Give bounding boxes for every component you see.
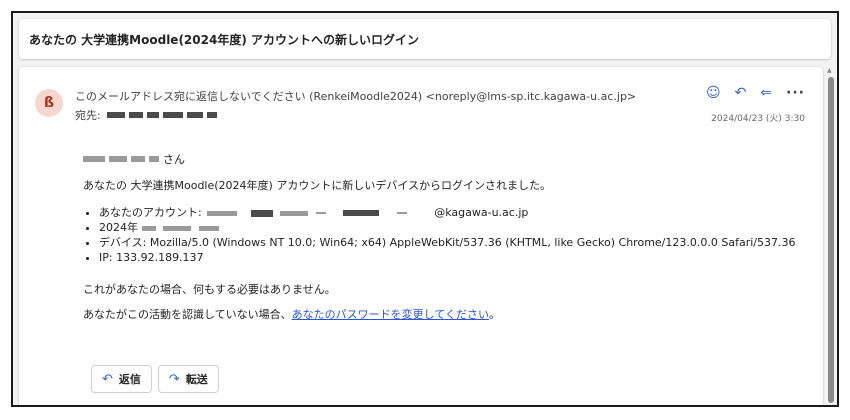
redacted-account xyxy=(396,212,407,214)
warning-prefix: あなたがこの活動を認識していない場合、 xyxy=(83,308,292,321)
smile-icon[interactable]: ☺ xyxy=(706,85,721,101)
greeting-suffix: さん xyxy=(163,153,185,166)
account-item: あなたのアカウント: @kagawa-u.ac.jp xyxy=(99,205,795,220)
forward-label: 転送 xyxy=(185,373,208,386)
scroll-up-icon[interactable]: ▲ xyxy=(827,67,832,75)
reply-button[interactable]: ↶ 返信 xyxy=(91,365,152,393)
notice-text: これがあなたの場合、何もする必要はありません。 xyxy=(83,283,336,296)
reply-icon: ↶ xyxy=(102,371,113,387)
redacted-name xyxy=(162,112,183,118)
redacted-date xyxy=(141,225,156,231)
message-actions: ☺ ↶ ⇐ ··· xyxy=(706,85,805,101)
message-date: 2024/04/23 (火) 3:30 xyxy=(711,114,805,124)
redacted-name xyxy=(83,156,105,162)
login-details: あなたのアカウント: @kagawa-u.ac.jp 2024年 デバイス: M… xyxy=(99,205,795,265)
redacted-date xyxy=(163,225,191,231)
redacted-name xyxy=(106,112,125,118)
redacted-date xyxy=(198,225,219,231)
redacted-name xyxy=(131,156,145,162)
redacted-name xyxy=(128,112,143,118)
account-label: あなたのアカウント: xyxy=(99,206,202,219)
account-domain: @kagawa-u.ac.jp xyxy=(434,206,529,219)
sender-line[interactable]: このメールアドレス宛に返信しないでください (RenkeiMoodle2024)… xyxy=(75,88,636,104)
forward-icon: ↷ xyxy=(168,371,180,387)
scrollbar[interactable]: ▲ xyxy=(827,67,835,405)
date-item: 2024年 xyxy=(99,220,795,235)
ip-item: IP: 133.92.189.137 xyxy=(99,250,795,265)
device-item: デバイス: Mozilla/5.0 (Windows NT 10.0; Win6… xyxy=(99,235,795,250)
redacted-account xyxy=(343,210,380,216)
redacted-name xyxy=(109,156,127,162)
redacted-name xyxy=(186,112,203,118)
greeting: さん xyxy=(83,151,185,167)
warning-suffix: 。 xyxy=(489,308,501,321)
more-icon[interactable]: ··· xyxy=(786,85,805,101)
to-label: 宛先: xyxy=(75,109,101,122)
scroll-thumb[interactable] xyxy=(828,77,834,403)
redacted-name xyxy=(146,112,159,118)
redacted-account xyxy=(207,210,238,216)
message-card: ß このメールアドレス宛に返信しないでください (RenkeiMoodle202… xyxy=(19,67,823,405)
warning-text: あなたがこの活動を認識していない場合、あなたのパスワードを変更してください。 xyxy=(83,306,500,322)
reply-toolbar: ↶ 返信 ↷ 転送 xyxy=(91,365,219,393)
reply-icon[interactable]: ↶ xyxy=(735,85,747,101)
redacted-account xyxy=(250,209,273,217)
forward-button[interactable]: ↷ 転送 xyxy=(157,365,219,393)
intro-text: あなたの 大学連携Moodle(2024年度) アカウントに新しいデバイスからロ… xyxy=(83,179,551,192)
redacted-account xyxy=(315,212,326,214)
email-reading-pane: あなたの 大学連携Moodle(2024年度) アカウントへの新しいログイン ß… xyxy=(11,11,839,407)
reply-label: 返信 xyxy=(118,373,141,386)
recipient-line: 宛先: xyxy=(75,107,221,123)
sender-avatar[interactable]: ß xyxy=(35,89,63,117)
email-subject: あなたの 大学連携Moodle(2024年度) アカウントへの新しいログイン xyxy=(19,19,831,59)
change-password-link[interactable]: あなたのパスワードを変更してください xyxy=(292,308,489,321)
redacted-account xyxy=(280,210,309,216)
redacted-name xyxy=(206,112,217,118)
reply-all-icon[interactable]: ⇐ xyxy=(760,85,772,101)
login-date-prefix: 2024年 xyxy=(99,221,138,234)
redacted-name xyxy=(149,156,159,162)
